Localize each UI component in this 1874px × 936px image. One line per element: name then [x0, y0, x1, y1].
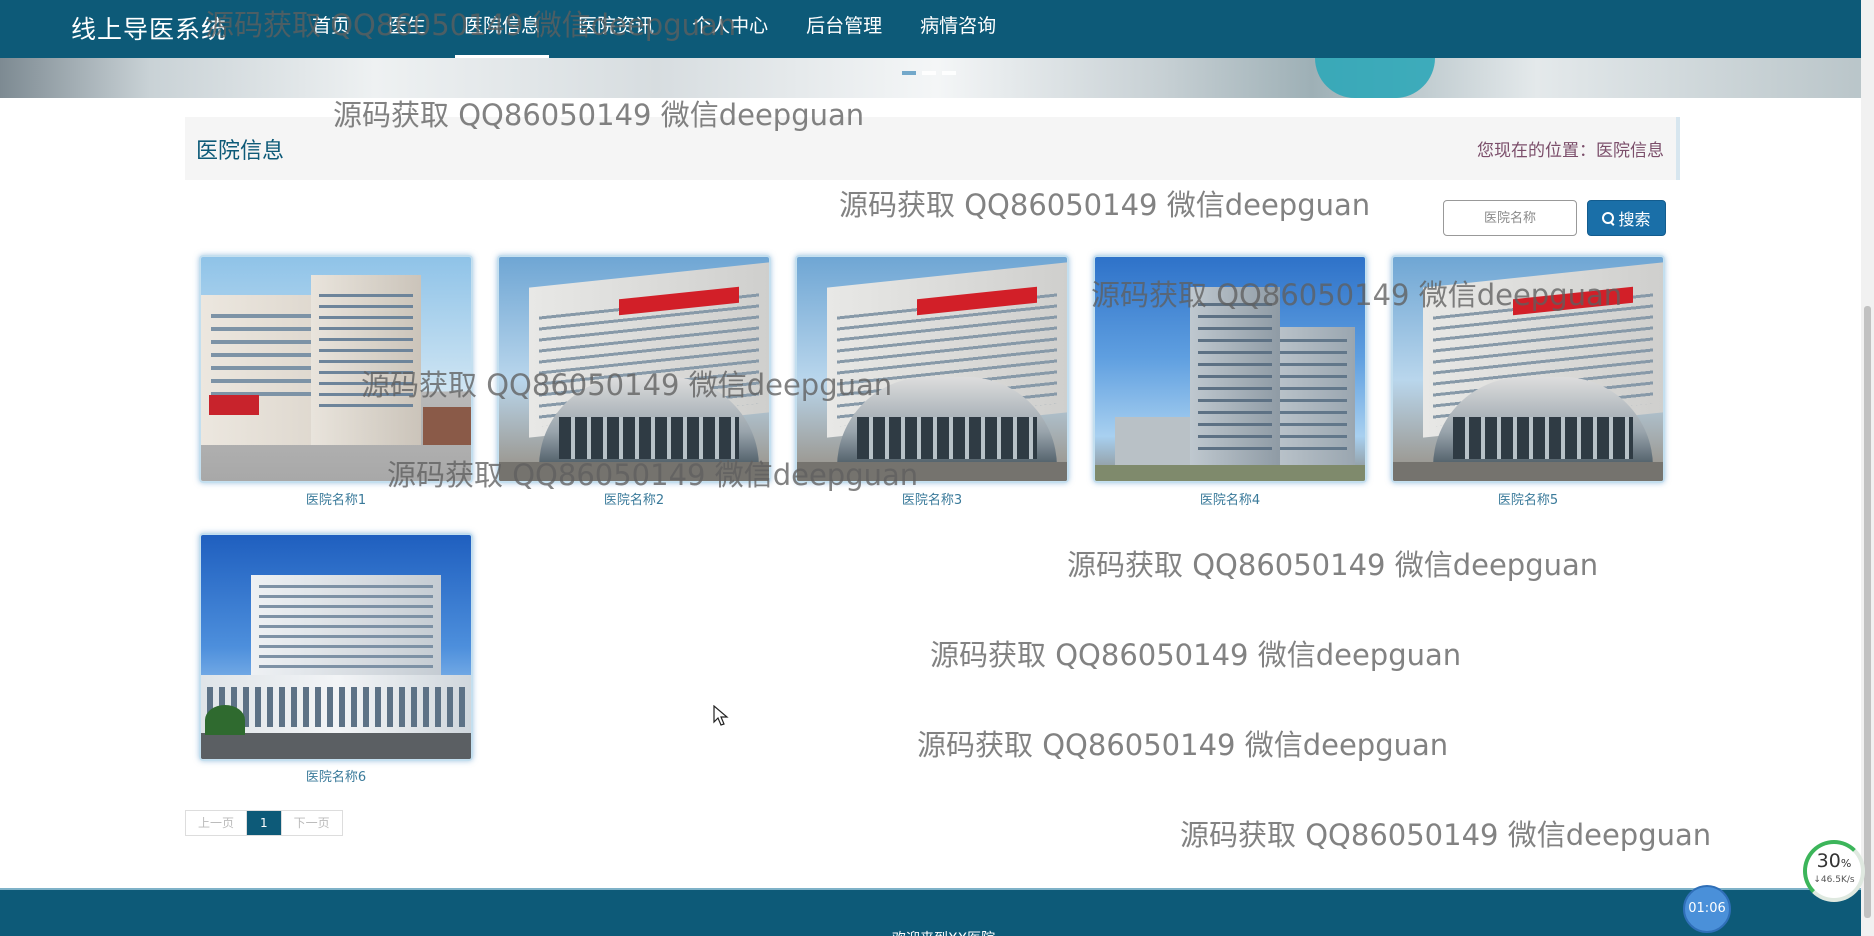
- nav-item-doctors[interactable]: 医生: [369, 0, 445, 58]
- network-percent: 30: [1816, 850, 1841, 872]
- search-button-label: 搜索: [1618, 210, 1651, 229]
- banner-carousel-indicators[interactable]: [902, 71, 956, 75]
- hospital-card-name[interactable]: 医院名称1: [199, 489, 473, 508]
- network-speed: ↓46.5K/s: [1813, 875, 1855, 885]
- building-illustration: [311, 275, 421, 445]
- network-percent-unit: %: [1840, 857, 1852, 870]
- hospital-card-image[interactable]: [497, 255, 771, 483]
- carousel-dot[interactable]: [922, 71, 936, 75]
- nav-menu: 首页 医生 医院信息 医院资讯 个人中心 后台管理 病情咨询: [293, 0, 1015, 58]
- nav-item-hospital-info[interactable]: 医院信息: [445, 0, 559, 58]
- watermark-text: 源码获取 QQ86050149 微信deepguan: [839, 188, 1371, 222]
- building-illustration: [251, 575, 441, 685]
- hospital-card-name[interactable]: 医院名称3: [795, 489, 1069, 508]
- hospital-card-image[interactable]: [199, 533, 473, 761]
- watermark-text: 源码获取 QQ86050149 微信deepguan: [1067, 548, 1599, 582]
- footer: 欢迎来到XX医院: [0, 888, 1874, 936]
- search-input[interactable]: [1443, 200, 1577, 236]
- hospital-card-name[interactable]: 医院名称4: [1093, 489, 1367, 508]
- carousel-dot[interactable]: [942, 71, 956, 75]
- tree-illustration: [205, 705, 245, 735]
- watermark-text: 源码获取 QQ86050149 微信deepguan: [930, 638, 1462, 672]
- network-speed-widget[interactable]: 30% ↓46.5K/s: [1803, 840, 1865, 902]
- search-icon: [1602, 212, 1615, 224]
- breadcrumb-bar: 医院信息 您现在的位置：医院信息: [185, 117, 1680, 180]
- top-navbar: 线上导医系统 首页 医生 医院信息 医院资讯 个人中心 后台管理 病情咨询: [0, 0, 1874, 58]
- site-brand[interactable]: 线上导医系统: [71, 10, 227, 46]
- prev-page-button[interactable]: 上一页: [186, 811, 248, 835]
- carousel-dot[interactable]: [902, 71, 916, 75]
- hospital-card-image[interactable]: [199, 255, 473, 483]
- building-illustration: [1190, 287, 1280, 467]
- page: 线上导医系统 首页 医生 医院信息 医院资讯 个人中心 后台管理 病情咨询 医院…: [0, 0, 1874, 936]
- page-number-current[interactable]: 1: [247, 811, 282, 835]
- breadcrumb-prefix: 您现在的位置：: [1477, 141, 1596, 161]
- mouse-cursor-icon: [713, 705, 729, 726]
- scrollbar-thumb[interactable]: [1864, 306, 1871, 918]
- search-button[interactable]: 搜索: [1587, 200, 1666, 236]
- nav-item-hospital-news[interactable]: 医院资讯: [559, 0, 673, 58]
- next-page-button[interactable]: 下一页: [281, 811, 342, 835]
- hospital-card-image[interactable]: [795, 255, 1069, 483]
- pagination: 上一页 1 下一页: [185, 810, 343, 836]
- hospital-sign: [209, 395, 259, 415]
- building-illustration: [423, 407, 471, 445]
- hospital-card-name[interactable]: 医院名称6: [199, 766, 473, 785]
- hospital-card-image[interactable]: [1093, 255, 1367, 483]
- nav-item-personal-center[interactable]: 个人中心: [673, 0, 787, 58]
- breadcrumb-current[interactable]: 医院信息: [1596, 141, 1664, 161]
- nav-item-admin[interactable]: 后台管理: [787, 0, 901, 58]
- page-title: 医院信息: [196, 139, 285, 164]
- hospital-card-image[interactable]: [1391, 255, 1665, 483]
- watermark-text: 源码获取 QQ86050149 微信deepguan: [1180, 818, 1712, 852]
- footer-text: 欢迎来到XX医院: [892, 928, 995, 936]
- hospital-card-name[interactable]: 医院名称5: [1391, 489, 1665, 508]
- nav-item-consultation[interactable]: 病情咨询: [901, 0, 1015, 58]
- watermark-text: 源码获取 QQ86050149 微信deepguan: [917, 728, 1449, 762]
- nav-item-home[interactable]: 首页: [293, 0, 369, 58]
- timer-badge[interactable]: 01:06: [1683, 885, 1731, 933]
- hospital-card-name[interactable]: 医院名称2: [497, 489, 771, 508]
- breadcrumb: 您现在的位置：医院信息: [1477, 136, 1664, 161]
